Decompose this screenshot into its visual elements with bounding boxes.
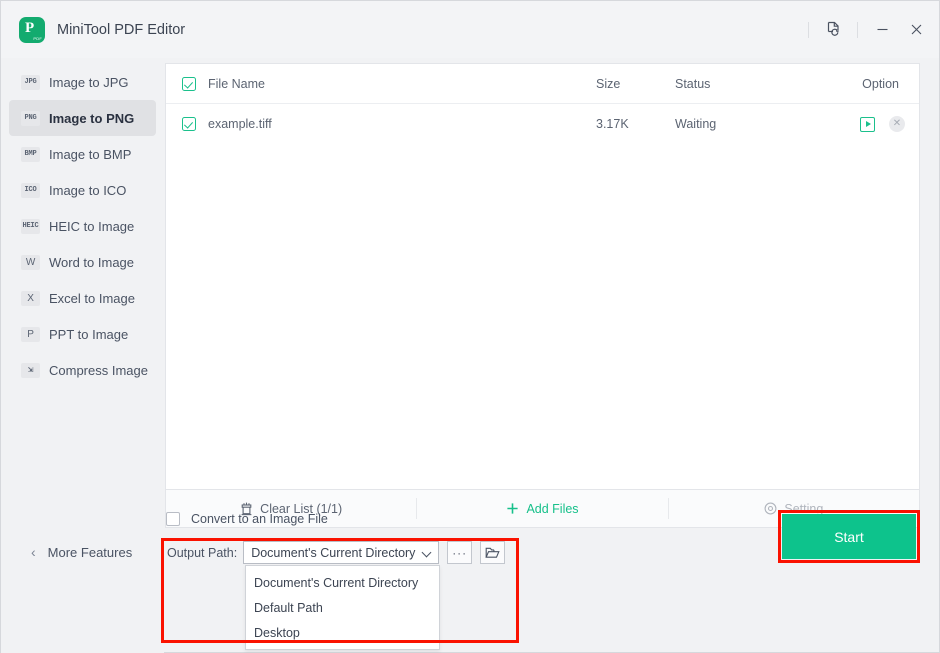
app-title: MiniTool PDF Editor xyxy=(57,21,186,38)
sidebar-item-label: HEIC to Image xyxy=(49,218,135,234)
column-header-option: Option xyxy=(862,76,899,91)
word-icon: W xyxy=(21,254,40,270)
compress-icon: ⇲ xyxy=(21,362,40,378)
open-folder-button[interactable] xyxy=(480,541,506,564)
sidebar-item-compress-image[interactable]: ⇲ Compress Image xyxy=(9,352,156,388)
chevron-left-icon: ‹ xyxy=(31,544,36,560)
sidebar-item-image-to-jpg[interactable]: JPG Image to JPG xyxy=(9,64,156,100)
preview-icon[interactable] xyxy=(860,116,875,132)
window-controls xyxy=(801,1,933,58)
output-path-label: Output Path: xyxy=(167,545,238,560)
sidebar-item-label: Image to JPG xyxy=(49,74,129,90)
divider xyxy=(808,21,809,38)
row-file-status: Waiting xyxy=(675,117,717,131)
output-path-dropdown[interactable]: Document's Current Directory Default Pat… xyxy=(245,565,440,650)
sidebar-item-label: Image to BMP xyxy=(49,146,132,162)
row-file-size: 3.17K xyxy=(596,117,629,131)
convert-to-image-label: Convert to an Image File xyxy=(191,512,328,526)
row-option-icons: ✕ xyxy=(860,116,905,132)
row-file-name: example.tiff xyxy=(208,117,272,131)
title-bar: P PDF MiniTool PDF Editor xyxy=(1,1,939,58)
close-icon[interactable] xyxy=(899,13,933,47)
convert-to-image-checkbox[interactable] xyxy=(166,512,180,526)
minimize-icon[interactable] xyxy=(865,13,899,47)
convert-to-image-file-row[interactable]: Convert to an Image File xyxy=(166,512,328,526)
sidebar-item-label: Image to PNG xyxy=(49,110,135,126)
output-path-row: Output Path: Document's Current Director… xyxy=(167,541,506,564)
app-window: P PDF MiniTool PDF Editor JPG Image to J… xyxy=(0,0,940,653)
file-table-body: example.tiff 3.17K Waiting ✕ xyxy=(166,104,919,144)
logo-sublabel: PDF xyxy=(33,35,42,41)
divider xyxy=(857,21,858,38)
output-path-select[interactable]: Document's Current Directory xyxy=(243,541,440,564)
output-path-value: Document's Current Directory xyxy=(251,545,416,560)
sidebar-item-ppt-to-image[interactable]: P PPT to Image xyxy=(9,316,156,352)
ellipsis-icon: ··· xyxy=(452,545,468,560)
plus-icon xyxy=(507,503,519,514)
sidebar-item-heic-to-image[interactable]: HEIC HEIC to Image xyxy=(9,208,156,244)
sidebar-item-image-to-bmp[interactable]: BMP Image to BMP xyxy=(9,136,156,172)
sidebar-item-image-to-ico[interactable]: ICO Image to ICO xyxy=(9,172,156,208)
gear-icon xyxy=(764,502,777,515)
document-refresh-icon[interactable] xyxy=(816,13,850,47)
heic-icon: HEIC xyxy=(21,218,40,234)
select-all-checkbox[interactable] xyxy=(182,76,196,91)
dropdown-option-default-path[interactable]: Default Path xyxy=(246,595,439,620)
folder-icon xyxy=(485,547,500,558)
sidebar-item-label: Word to Image xyxy=(49,254,135,270)
browse-more-button[interactable]: ··· xyxy=(447,541,473,564)
more-features-button[interactable]: ‹ More Features xyxy=(1,540,164,564)
png-icon: PNG xyxy=(21,110,40,126)
add-files-label: Add Files xyxy=(526,501,579,516)
column-header-file-name: File Name xyxy=(208,76,265,91)
ico-icon: ICO xyxy=(21,182,40,198)
sidebar-item-label: PPT to Image xyxy=(49,326,129,342)
sidebar-item-word-to-image[interactable]: W Word to Image xyxy=(9,244,156,280)
start-button[interactable]: Start xyxy=(782,514,916,559)
jpg-icon: JPG xyxy=(21,74,40,90)
sidebar-item-label: Excel to Image xyxy=(49,290,135,306)
row-checkbox[interactable] xyxy=(182,117,196,131)
column-header-size: Size xyxy=(596,76,621,91)
more-features-label: More Features xyxy=(47,544,133,560)
remove-file-icon[interactable]: ✕ xyxy=(889,116,905,132)
chevron-down-icon xyxy=(421,547,432,558)
file-table-header: File Name Size Status Option xyxy=(166,64,919,104)
sidebar-item-image-to-png[interactable]: PNG Image to PNG xyxy=(9,100,156,136)
sidebar-item-label: Compress Image xyxy=(49,362,148,378)
bmp-icon: BMP xyxy=(21,146,40,162)
dropdown-option-desktop[interactable]: Desktop xyxy=(246,620,439,645)
logo-letter: P xyxy=(25,19,35,36)
sidebar-item-excel-to-image[interactable]: X Excel to Image xyxy=(9,280,156,316)
add-files-button[interactable]: Add Files xyxy=(417,490,667,527)
sidebar: JPG Image to JPG PNG Image to PNG BMP Im… xyxy=(1,58,164,653)
table-row[interactable]: example.tiff 3.17K Waiting ✕ xyxy=(166,104,919,144)
app-logo-icon: P PDF xyxy=(19,16,45,43)
file-list-panel: File Name Size Status Option example.tif… xyxy=(165,63,920,490)
excel-icon: X xyxy=(21,290,40,306)
dropdown-option-documents-current-directory[interactable]: Document's Current Directory xyxy=(246,570,439,595)
column-header-status: Status xyxy=(675,76,711,91)
sidebar-item-label: Image to ICO xyxy=(49,182,127,198)
ppt-icon: P xyxy=(21,326,40,342)
